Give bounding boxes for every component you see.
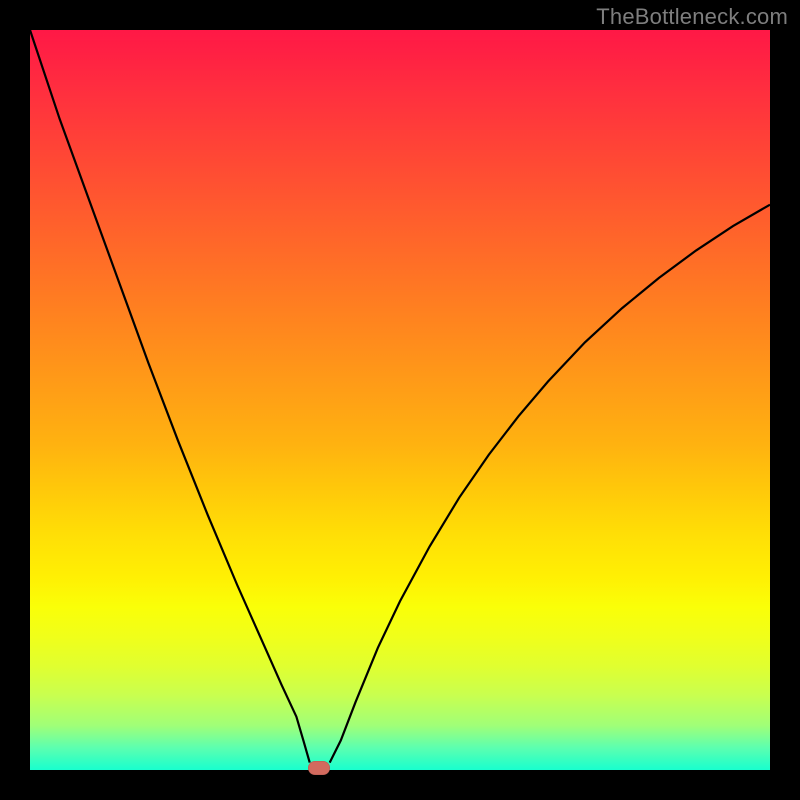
curve-left — [30, 30, 310, 763]
plot-area — [30, 30, 770, 770]
chart-frame: TheBottleneck.com — [0, 0, 800, 800]
curve-layer — [30, 30, 770, 770]
optimal-point-marker — [308, 761, 330, 775]
curve-right — [330, 205, 770, 763]
watermark-text: TheBottleneck.com — [596, 4, 788, 30]
